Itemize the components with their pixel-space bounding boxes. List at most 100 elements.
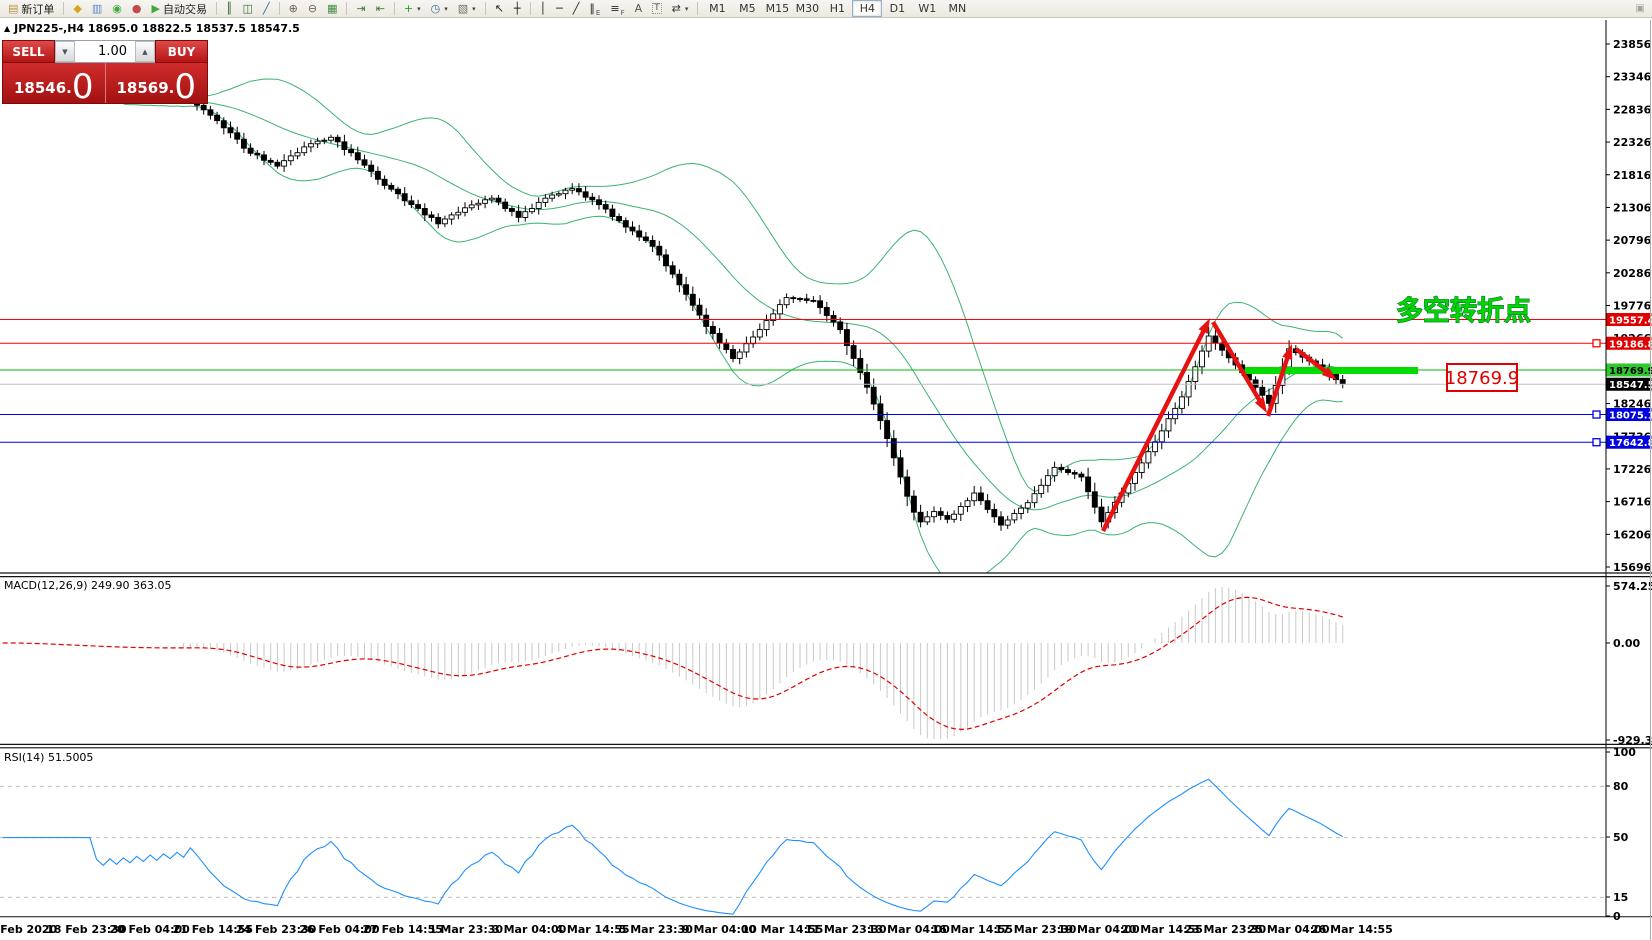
candle xyxy=(570,189,575,191)
symbol-direction-icon: ▲ xyxy=(4,24,10,33)
buy-price-frac: 0 xyxy=(174,73,196,102)
candle xyxy=(530,209,535,212)
candle xyxy=(972,493,977,501)
tile-windows-icon[interactable]: ▦ xyxy=(322,0,342,18)
time-axis[interactable]: 7 Feb 202018 Feb 23:3020 Feb 04:0021 Feb… xyxy=(0,923,1393,936)
timeframe-h4[interactable]: H4 xyxy=(852,0,882,17)
candle xyxy=(670,266,675,274)
horizontal-line-icon[interactable]: ─ xyxy=(551,0,568,18)
timeframe-h1[interactable]: H1 xyxy=(822,0,852,17)
timeframe-m5[interactable]: M5 xyxy=(732,0,762,17)
candle xyxy=(1052,467,1057,475)
hline-handle[interactable] xyxy=(1593,411,1600,418)
timeframe-d1[interactable]: D1 xyxy=(882,0,912,17)
candle xyxy=(724,343,729,349)
timeframe-w1[interactable]: W1 xyxy=(912,0,942,17)
candle xyxy=(597,200,602,205)
y-axis-tick: 15696.0 xyxy=(1613,561,1652,574)
window-restore-icon[interactable]: ▣ xyxy=(1636,3,1645,14)
autotrading-button[interactable]: ▶自动交易 xyxy=(147,0,212,18)
candle xyxy=(255,153,260,155)
bar-chart-icon: ║ xyxy=(226,3,233,14)
trend-arrow[interactable] xyxy=(1213,322,1262,405)
sell-price[interactable]: 18546.0 xyxy=(3,63,105,103)
y-axis-tick: 17226.0 xyxy=(1613,463,1652,476)
candle xyxy=(402,194,407,201)
periods-button[interactable]: ◷▾ xyxy=(426,0,453,18)
volume-increase-button[interactable]: ▲ xyxy=(135,41,155,62)
sell-button[interactable]: SELL xyxy=(2,40,55,63)
candle xyxy=(1166,419,1171,431)
candle xyxy=(851,346,856,359)
horizontal-line-objects[interactable] xyxy=(0,320,1606,446)
candle xyxy=(436,217,441,223)
periods-button: ◷ xyxy=(431,3,441,14)
candle xyxy=(643,237,648,241)
candle xyxy=(463,208,468,213)
candle xyxy=(449,215,454,219)
candle xyxy=(329,137,334,140)
navigator-icon: ◉ xyxy=(112,3,122,14)
candle xyxy=(885,421,890,439)
hline-handle[interactable] xyxy=(1593,439,1600,446)
candle xyxy=(302,147,307,153)
candle xyxy=(1159,431,1164,442)
volume-input[interactable]: 1.00 xyxy=(75,41,135,62)
bar-chart-icon[interactable]: ║ xyxy=(221,0,238,18)
text-label-icon[interactable]: T xyxy=(647,0,667,18)
buy-price-main: 18569 xyxy=(116,79,168,97)
trendline-icon[interactable]: ╱ xyxy=(568,0,585,18)
crosshair-icon[interactable]: ┼ xyxy=(509,0,526,18)
timeframe-m1[interactable]: M1 xyxy=(702,0,732,17)
candle xyxy=(489,198,494,200)
volume-decrease-button[interactable]: ▼ xyxy=(55,41,75,62)
buy-button[interactable]: BUY xyxy=(155,40,208,63)
candle xyxy=(590,197,595,200)
sell-price-main: 18546 xyxy=(14,79,66,97)
axis-price-label-text: 19186.8 xyxy=(1609,339,1652,350)
candle xyxy=(556,194,561,195)
chart-shift-icon: ⇤ xyxy=(376,3,385,14)
channel-icon[interactable]: ∥E xyxy=(584,0,605,18)
text-icon[interactable]: A xyxy=(630,0,648,18)
candle xyxy=(583,192,588,197)
rsi-axis-tick: 100 xyxy=(1613,746,1636,759)
trend-arrow[interactable] xyxy=(1103,326,1206,531)
candle xyxy=(958,507,963,515)
rsi-line xyxy=(3,779,1343,914)
auto-scroll-icon[interactable]: ⇥ xyxy=(351,0,370,18)
terminal-icon[interactable]: ● xyxy=(127,0,147,18)
candle xyxy=(416,205,421,209)
timeframe-mn[interactable]: MN xyxy=(942,0,972,17)
candle xyxy=(550,195,555,198)
timeframe-m15[interactable]: M15 xyxy=(762,0,792,17)
candlestick-chart-icon[interactable]: ◫ xyxy=(238,0,258,18)
arrows-icon[interactable]: ⇄▾ xyxy=(667,0,694,18)
templates-button[interactable]: ▧▾ xyxy=(453,0,481,18)
candle xyxy=(496,198,501,202)
buy-price[interactable]: 18569.0 xyxy=(105,63,208,103)
toolbar-separator xyxy=(216,2,217,15)
turning-point-annotation[interactable]: 多空转折点 xyxy=(1396,295,1531,327)
y-axis-tick: 21306.0 xyxy=(1613,201,1652,214)
timeframe-m30[interactable]: M30 xyxy=(792,0,822,17)
axis-price-label-text: 19557.4 xyxy=(1609,316,1652,327)
cursor-icon[interactable]: ↖ xyxy=(490,0,509,18)
zoom-out-icon[interactable]: ⊖ xyxy=(303,0,322,18)
indicators-button[interactable]: +▾ xyxy=(399,0,426,18)
line-chart-icon[interactable]: ╱ xyxy=(258,0,275,18)
chart-canvas[interactable]: 多空转折点18769.923856.023346.022836.022326.0… xyxy=(0,0,1652,940)
navigator-icon[interactable]: ◉ xyxy=(107,0,127,18)
fibonacci-icon[interactable]: ≡F xyxy=(605,0,629,18)
candle xyxy=(1099,507,1104,522)
new-order-button[interactable]: ▤新订单 xyxy=(3,0,59,18)
market-watch-icon[interactable]: ◆ xyxy=(68,0,86,18)
hline-handle[interactable] xyxy=(1593,340,1600,347)
zoom-in-icon[interactable]: ⊕ xyxy=(284,0,303,18)
zoom-out-icon: ⊖ xyxy=(308,3,317,14)
chart-shift-icon[interactable]: ⇤ xyxy=(371,0,390,18)
data-window-icon[interactable]: ▥ xyxy=(87,0,107,18)
vertical-line-icon[interactable]: │ xyxy=(535,0,552,18)
autotrading-button: ▶ xyxy=(152,3,160,14)
candle xyxy=(369,165,374,171)
